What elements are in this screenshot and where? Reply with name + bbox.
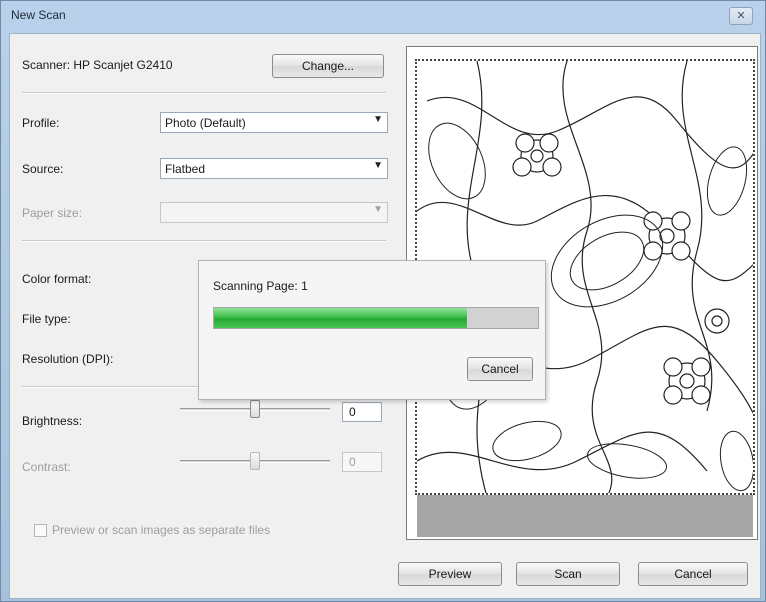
progress-status: Scanning Page: 1 bbox=[213, 279, 308, 293]
profile-select[interactable]: Photo (Default) ▼ bbox=[160, 112, 388, 133]
contrast-slider-thumb[interactable] bbox=[250, 452, 260, 470]
resolution-label: Resolution (DPI): bbox=[22, 352, 114, 366]
scan-progress-fill bbox=[214, 308, 467, 328]
dropdown-arrow-icon: ▼ bbox=[373, 114, 383, 125]
preview-unscanned-area bbox=[417, 495, 753, 537]
window-title: New Scan bbox=[11, 8, 66, 22]
scan-button[interactable]: Scan bbox=[516, 562, 620, 586]
separate-files-label: Preview or scan images as separate files bbox=[52, 523, 271, 537]
profile-value: Photo (Default) bbox=[165, 116, 246, 130]
brightness-input[interactable]: 0 bbox=[342, 402, 382, 422]
contrast-input[interactable]: 0 bbox=[342, 452, 382, 472]
change-scanner-button[interactable]: Change... bbox=[272, 54, 384, 78]
dialog-body: Scanner: HP Scanjet G2410 Change... Prof… bbox=[9, 33, 761, 599]
scan-progress-dialog: Scanning Page: 1 Cancel bbox=[198, 260, 546, 400]
file-type-label: File type: bbox=[22, 312, 71, 326]
paper-size-label: Paper size: bbox=[22, 206, 83, 220]
color-format-label: Color format: bbox=[22, 272, 92, 286]
brightness-label: Brightness: bbox=[22, 414, 83, 428]
scan-progress-bar bbox=[213, 307, 539, 329]
new-scan-window: New Scan ✕ Scanner: HP Scanjet G2410 Cha… bbox=[0, 0, 766, 602]
source-select[interactable]: Flatbed ▼ bbox=[160, 158, 388, 179]
brightness-slider-thumb[interactable] bbox=[250, 400, 260, 418]
brightness-slider[interactable] bbox=[180, 400, 330, 418]
close-icon: ✕ bbox=[736, 10, 746, 22]
paper-size-select[interactable]: ▼ bbox=[160, 202, 388, 223]
dropdown-arrow-icon: ▼ bbox=[373, 160, 383, 171]
source-label: Source: bbox=[22, 162, 64, 176]
preview-button[interactable]: Preview bbox=[398, 562, 502, 586]
separate-files-checkbox[interactable] bbox=[34, 524, 47, 537]
title-bar[interactable]: New Scan ✕ bbox=[1, 1, 766, 31]
close-button[interactable]: ✕ bbox=[729, 7, 753, 25]
contrast-label: Contrast: bbox=[22, 460, 71, 474]
divider bbox=[22, 240, 386, 242]
dropdown-arrow-icon: ▼ bbox=[373, 204, 383, 215]
source-value: Flatbed bbox=[165, 162, 206, 176]
progress-cancel-button[interactable]: Cancel bbox=[467, 357, 533, 381]
divider bbox=[22, 92, 386, 94]
contrast-slider[interactable] bbox=[180, 452, 330, 470]
profile-label: Profile: bbox=[22, 116, 60, 130]
scanner-label: Scanner: HP Scanjet G2410 bbox=[22, 58, 173, 72]
cancel-button[interactable]: Cancel bbox=[638, 562, 748, 586]
